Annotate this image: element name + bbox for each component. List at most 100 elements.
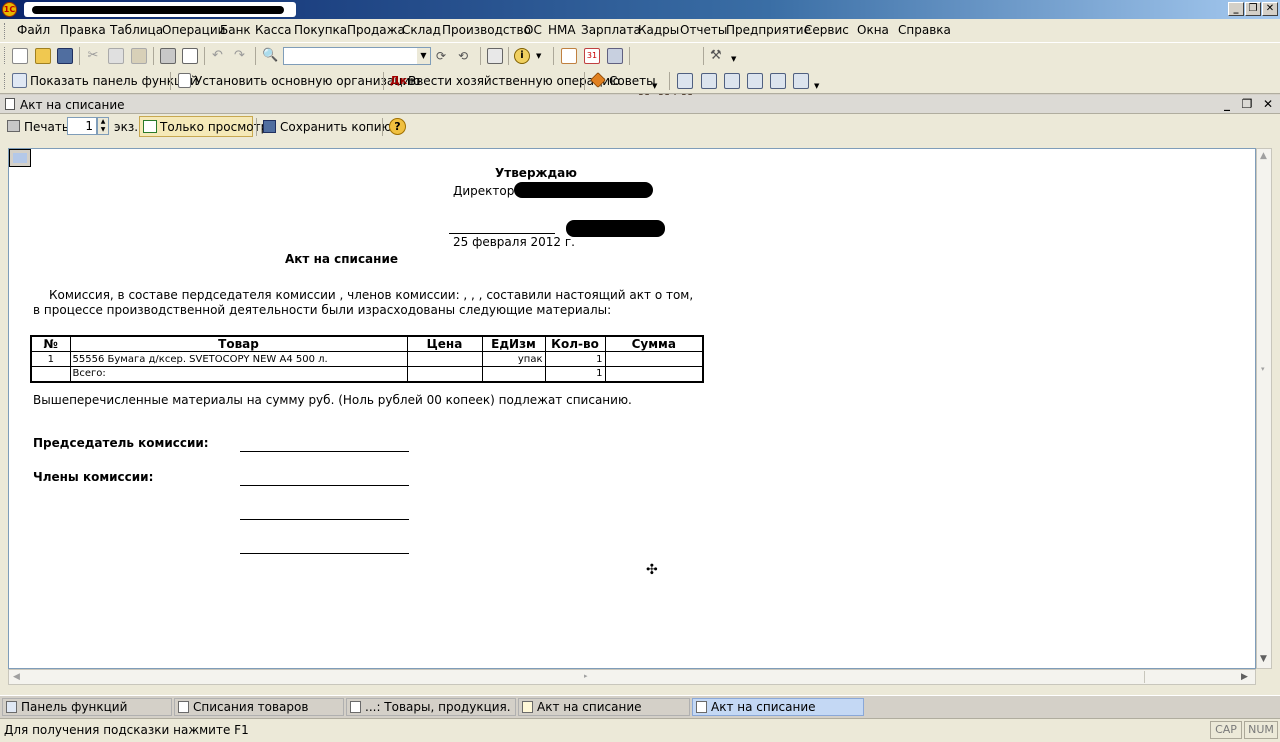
report-icon[interactable] (677, 73, 693, 89)
doc-close-button[interactable]: ✕ (1261, 97, 1275, 111)
chevron-down-icon[interactable]: ▼ (536, 52, 541, 60)
chevron-down-icon[interactable]: ▼ (814, 82, 819, 90)
scroll-left-icon[interactable]: ◀ (13, 672, 20, 682)
set-main-organization-button[interactable]: Установить основную организацию (195, 74, 420, 88)
minimize-button[interactable]: _ (1228, 2, 1244, 16)
doc-restore-button[interactable]: ❐ (1240, 97, 1254, 111)
copies-input[interactable]: 1 (67, 117, 97, 135)
total-label: Всего: (69, 366, 408, 382)
print-icon (7, 120, 20, 132)
calculator-icon[interactable] (561, 48, 577, 64)
scroll-right-icon[interactable]: ▶ (1241, 672, 1248, 682)
windows-icon[interactable] (487, 48, 503, 64)
chevron-down-icon[interactable]: ▼ (731, 55, 736, 63)
undo-icon[interactable]: ↶ (212, 48, 228, 64)
menu-windows[interactable]: Окна (857, 23, 889, 37)
report-icon[interactable] (793, 73, 809, 89)
vertical-scrollbar[interactable]: ▲ ▾ ▼ (1256, 148, 1272, 669)
chevron-down-icon[interactable]: ▼ (652, 82, 657, 90)
row-unit: упак (481, 351, 546, 367)
report-icon[interactable] (770, 73, 786, 89)
horizontal-scrollbar[interactable]: ◀ ▸ ▶ (8, 669, 1256, 685)
chevron-down-icon[interactable]: ▼ (417, 48, 430, 64)
total-sum (604, 366, 704, 382)
print-preview-icon[interactable] (182, 48, 198, 64)
menu-bank[interactable]: Банк (220, 23, 251, 37)
show-function-panel-button[interactable]: Показать панель функций (30, 74, 198, 88)
menu-production[interactable]: Производство (442, 23, 531, 37)
task-function-panel[interactable]: Панель функций (2, 698, 172, 716)
menu-enterprise[interactable]: Предприятие (726, 23, 811, 37)
report-icon[interactable] (701, 73, 717, 89)
menu-edit[interactable]: Правка (60, 23, 106, 37)
caps-lock-indicator: CAP (1210, 721, 1242, 739)
readonly-toggle-button[interactable]: Только просмотр (139, 116, 268, 137)
tools-icon[interactable]: ⚒ (710, 48, 726, 64)
total-price (406, 366, 483, 382)
menu-purchase[interactable]: Покупка (294, 23, 347, 37)
tips-button[interactable]: Советы (609, 74, 656, 88)
find-prev-icon[interactable]: ⟲ (458, 48, 474, 64)
sheet-corner-cell[interactable] (9, 149, 31, 167)
help-icon[interactable]: ? (389, 118, 406, 135)
row-quantity: 1 (544, 351, 606, 367)
save-icon[interactable] (57, 48, 73, 64)
window-taskbar: Панель функций Списания товаров ...: Тов… (0, 695, 1280, 717)
task-writeoff-act-active[interactable]: Акт на списание (692, 698, 864, 716)
app-logo-icon: 1C (2, 2, 17, 17)
info-icon[interactable]: i (514, 48, 530, 64)
spreadsheet-document[interactable]: Утверждаю Директор 25 февраля 2012 г. Ак… (8, 148, 1256, 669)
menu-service[interactable]: Сервис (804, 23, 849, 37)
menu-intangibles[interactable]: НМА (548, 23, 576, 37)
table-row: 1 55556 Бумага д/ксер. SVETOCOPY NEW A4 … (30, 351, 704, 367)
menu-salary[interactable]: Зарплата (581, 23, 641, 37)
copies-unit-label: экз. (114, 120, 139, 134)
open-folder-icon[interactable] (35, 48, 51, 64)
task-products[interactable]: ...: Товары, продукция. Не ... (346, 698, 516, 716)
calendar-icon[interactable]: 31 (584, 48, 600, 64)
menu-hr[interactable]: Кадры (638, 23, 679, 37)
report-icon[interactable] (724, 73, 740, 89)
scroll-down-icon[interactable]: ▼ (1260, 654, 1267, 664)
menu-file[interactable]: Файл (17, 23, 50, 37)
director-label: Директор (453, 184, 515, 198)
menu-sales[interactable]: Продажа (347, 23, 405, 37)
function-panel-icon (6, 701, 17, 713)
search-combobox[interactable]: ▼ (283, 47, 431, 65)
scroll-thumb-grip[interactable]: ▾ (1261, 365, 1265, 373)
print-button[interactable]: Печать (24, 120, 69, 134)
report-icon[interactable] (747, 73, 763, 89)
scroll-up-icon[interactable]: ▲ (1260, 151, 1267, 161)
new-document-icon[interactable] (12, 48, 28, 64)
menu-cash[interactable]: Касса (255, 23, 291, 37)
copies-stepper[interactable]: ▲ ▼ (97, 117, 109, 135)
menu-reports[interactable]: Отчеты (680, 23, 727, 37)
menu-fixed-assets[interactable]: ОС (524, 23, 542, 37)
print-icon[interactable] (160, 48, 176, 64)
separator (170, 72, 171, 90)
copy-icon[interactable] (108, 48, 124, 64)
doc-minimize-button[interactable]: _ (1220, 97, 1234, 111)
menu-operations[interactable]: Операции (162, 23, 225, 37)
redo-icon[interactable]: ↷ (234, 48, 250, 64)
users-icon[interactable] (607, 48, 623, 64)
enter-business-operation-button[interactable]: Ввести хозяйственную операцию (408, 74, 620, 88)
cut-icon[interactable]: ✂ (85, 48, 101, 64)
menu-help[interactable]: Справка (898, 23, 951, 37)
paste-icon[interactable] (131, 48, 147, 64)
task-goods-writeoffs[interactable]: Списания товаров (174, 698, 344, 716)
member-signature-line (240, 485, 409, 486)
find-next-icon[interactable]: ⟳ (436, 48, 452, 64)
menu-table[interactable]: Таблица (110, 23, 163, 37)
search-icon[interactable]: 🔍 (262, 48, 278, 64)
save-copy-button[interactable]: Сохранить копию... (280, 120, 403, 134)
task-writeoff-act[interactable]: Акт на списание (518, 698, 690, 716)
separator (584, 72, 585, 90)
menu-warehouse[interactable]: Склад (402, 23, 441, 37)
writeoff-summary: Вышеперечисленные материалы на сумму руб… (33, 393, 632, 407)
scroll-thumb-grip[interactable]: ▸ (584, 672, 588, 680)
restore-button[interactable]: ❐ (1245, 2, 1261, 16)
close-button[interactable]: ✕ (1262, 2, 1278, 16)
separator (553, 47, 554, 65)
chairman-signature-line (240, 451, 409, 452)
